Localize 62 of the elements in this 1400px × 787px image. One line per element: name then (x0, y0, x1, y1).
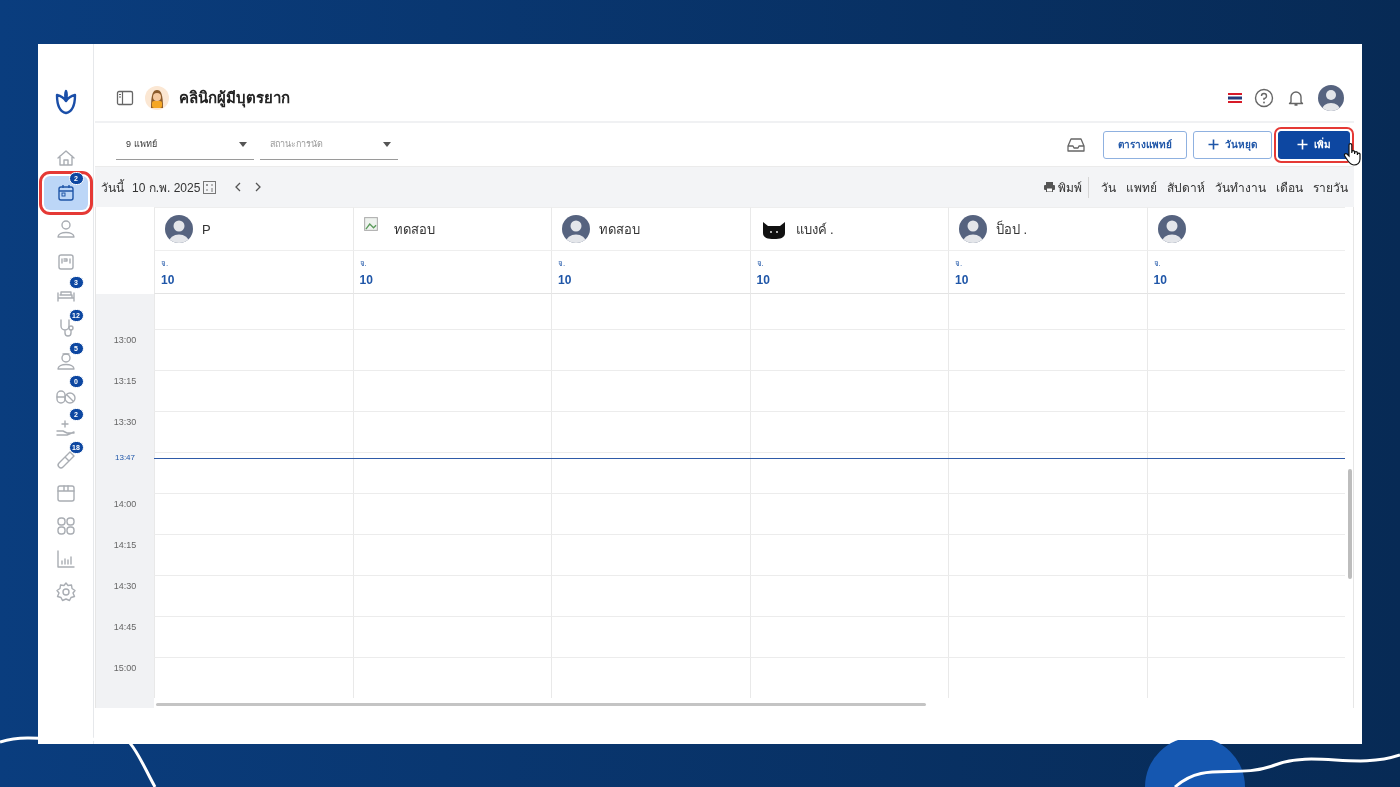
view-tab[interactable]: แพทย์ (1122, 177, 1161, 197)
bell-icon[interactable] (1286, 88, 1306, 108)
day-number: 10 (955, 273, 970, 287)
day-number: 10 (161, 273, 176, 287)
print-button[interactable]: พิมพ์ (1038, 176, 1089, 198)
time-label: 15:00 (113, 663, 137, 673)
current-time-label: 13:47 (115, 453, 135, 462)
view-tab[interactable]: สัปดาห์ (1163, 177, 1209, 197)
horizontal-scrollbar[interactable] (156, 703, 926, 706)
doctor-name: ทดสอบ (599, 220, 640, 239)
weekday-label: จ. (161, 258, 170, 270)
person-icon (54, 217, 77, 240)
avatar-icon (959, 215, 987, 243)
doctor-name: ป็อป . (996, 219, 1028, 239)
broken-image-icon (363, 217, 378, 231)
today-label: วันนี้ (101, 178, 124, 197)
sidebar-toggle-icon (115, 88, 135, 108)
avatar-icon (165, 215, 193, 243)
day-number: 10 (558, 273, 573, 287)
weekday-label: จ. (1153, 258, 1162, 270)
caret-icon (238, 140, 248, 148)
view-tab[interactable]: เดือน (1272, 177, 1307, 197)
weekday-label: จ. (359, 258, 368, 270)
time-label: 13:00 (113, 335, 137, 345)
inbox-icon[interactable] (1067, 136, 1085, 153)
user-avatar-icon[interactable] (1318, 85, 1344, 111)
plus-icon (1208, 139, 1219, 150)
time-label: 14:30 (113, 581, 137, 591)
clinic-name: คลินิกผู้มีบุตรยาก (179, 88, 290, 110)
vertical-scrollbar[interactable] (1348, 469, 1352, 579)
avatar-icon (562, 215, 590, 243)
time-label: 14:45 (113, 622, 137, 632)
help-icon[interactable] (1254, 88, 1274, 108)
view-tab[interactable]: วันทำงาน (1211, 177, 1270, 197)
plus-icon (1297, 139, 1308, 150)
weekday-label: จ. (955, 258, 964, 270)
weekday-label: จ. (756, 258, 765, 270)
current-date: 10 ก.พ. 2025 (132, 179, 201, 197)
caret-icon (382, 140, 392, 148)
action-button[interactable]: ตารางแพทย์ (1103, 130, 1187, 159)
doctor-name: P (202, 221, 211, 237)
action-button[interactable]: วันหยุด (1193, 130, 1272, 159)
time-label: 13:15 (113, 376, 137, 386)
doctor-name: ทดสอบ (393, 220, 435, 239)
time-label: 14:00 (113, 499, 137, 509)
thai-flag-icon[interactable] (1228, 93, 1242, 103)
day-number: 10 (359, 273, 374, 287)
weekday-label: จ. (558, 258, 567, 270)
clinic-logo-icon (145, 86, 169, 110)
date-picker-icon[interactable] (203, 180, 217, 194)
time-label: 14:15 (113, 540, 137, 550)
day-number: 10 (1153, 273, 1168, 287)
day-number: 10 (756, 273, 771, 287)
time-label: 13:30 (113, 417, 137, 427)
avatar-icon (1157, 215, 1186, 243)
settings-icon (54, 580, 77, 603)
printer-icon (1044, 182, 1055, 192)
bar-chart-icon (54, 547, 77, 570)
view-tab[interactable]: วัน (1097, 177, 1120, 197)
view-tab[interactable]: รายวัน (1309, 177, 1352, 197)
doctor-name: แบงค์ . (795, 220, 834, 239)
apps-icon (54, 514, 77, 537)
